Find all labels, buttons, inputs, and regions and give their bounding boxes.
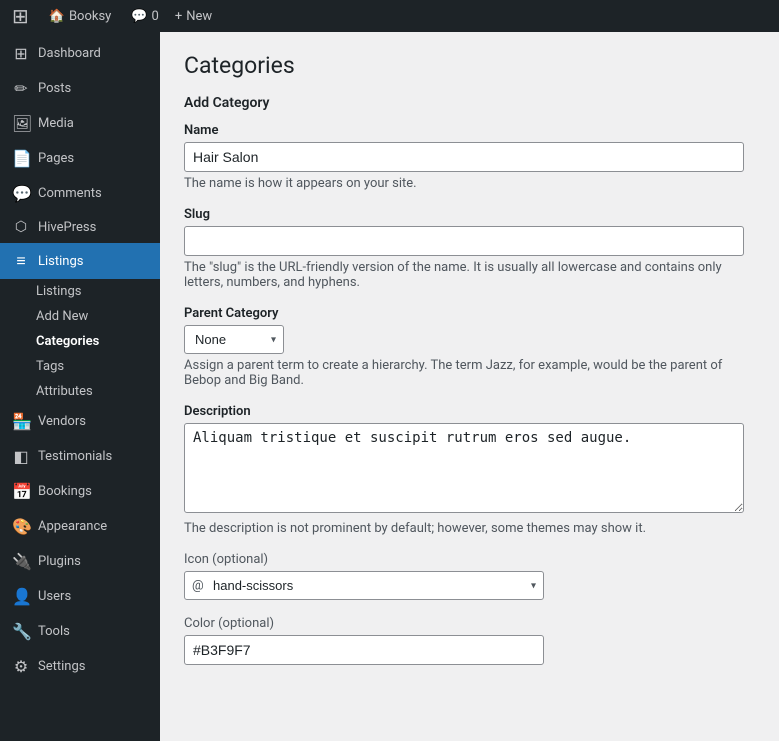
- content-area: Categories Add Category Name The name is…: [160, 32, 779, 741]
- sidebar-item-posts[interactable]: ✏ Posts: [0, 71, 160, 106]
- sidebar-subitem-listings-list[interactable]: Listings: [0, 279, 160, 304]
- slug-input[interactable]: [184, 226, 744, 256]
- description-label: Description: [184, 404, 755, 419]
- name-label: Name: [184, 123, 755, 138]
- parent-select[interactable]: None: [184, 325, 284, 354]
- listings-icon: ≡: [12, 251, 30, 271]
- media-icon: 🖼: [12, 114, 30, 133]
- slug-field-wrapper: Slug The "slug" is the URL-friendly vers…: [184, 207, 755, 290]
- icon-field-wrapper: Icon (optional) @ hand-scissors scissors…: [184, 552, 755, 600]
- page-title: Categories: [184, 52, 755, 79]
- color-label: Color (optional): [184, 616, 755, 631]
- parent-select-wrapper: None ▾: [184, 325, 284, 354]
- color-field-wrapper: Color (optional): [184, 616, 755, 665]
- sidebar-item-listings[interactable]: ≡ Listings: [0, 243, 160, 279]
- appearance-icon: 🎨: [12, 517, 30, 536]
- slug-label: Slug: [184, 207, 755, 222]
- sidebar-item-pages[interactable]: 📄 Pages: [0, 141, 160, 176]
- house-icon: 🏠: [49, 9, 65, 24]
- sidebar-subitem-categories[interactable]: Categories: [0, 329, 160, 354]
- dashboard-icon: ⊞: [12, 44, 30, 63]
- sidebar-item-plugins[interactable]: 🔌 Plugins: [0, 544, 160, 579]
- sidebar-item-tools[interactable]: 🔧 Tools: [0, 614, 160, 649]
- icon-select[interactable]: hand-scissors scissors cut: [184, 571, 544, 600]
- pages-icon: 📄: [12, 149, 30, 168]
- top-bar: ⊞ 🏠 Booksy 💬 0 + New: [0, 0, 779, 32]
- main-layout: ⊞ Dashboard ✏ Posts 🖼 Media 📄 Pages 💬 Co…: [0, 32, 779, 741]
- parent-label: Parent Category: [184, 306, 755, 321]
- hivepress-icon: ⬡: [12, 219, 30, 235]
- name-hint: The name is how it appears on your site.: [184, 176, 744, 191]
- sidebar-subitem-add-new[interactable]: Add New: [0, 304, 160, 329]
- name-input[interactable]: [184, 142, 744, 172]
- site-name[interactable]: 🏠 Booksy: [45, 9, 116, 24]
- listings-submenu: Listings Add New Categories Tags Attribu…: [0, 279, 160, 404]
- plus-icon: +: [175, 9, 182, 24]
- add-category-title: Add Category: [184, 95, 755, 111]
- parent-category-wrapper: Parent Category None ▾ Assign a parent t…: [184, 306, 755, 388]
- bookings-icon: 📅: [12, 482, 30, 501]
- comments-icon: 💬: [131, 9, 147, 24]
- description-field-wrapper: Description Aliquam tristique et suscipi…: [184, 404, 755, 536]
- comments-link[interactable]: 💬 0: [127, 9, 163, 24]
- icon-select-wrapper: @ hand-scissors scissors cut ▾: [184, 571, 544, 600]
- sidebar-item-dashboard[interactable]: ⊞ Dashboard: [0, 36, 160, 71]
- description-hint: The description is not prominent by defa…: [184, 521, 744, 536]
- settings-icon: ⚙: [12, 657, 30, 676]
- vendors-icon: 🏪: [12, 412, 30, 431]
- testimonials-icon: ◧: [12, 447, 30, 466]
- name-field-wrapper: Name The name is how it appears on your …: [184, 123, 755, 191]
- sidebar-item-media[interactable]: 🖼 Media: [0, 106, 160, 141]
- sidebar-item-testimonials[interactable]: ◧ Testimonials: [0, 439, 160, 474]
- listings-arrow: [152, 245, 160, 277]
- plugins-icon: 🔌: [12, 552, 30, 571]
- new-button[interactable]: + New: [175, 9, 212, 24]
- slug-hint: The "slug" is the URL-friendly version o…: [184, 260, 744, 290]
- sidebar-item-hivepress[interactable]: ⬡ HivePress: [0, 211, 160, 243]
- sidebar-item-vendors[interactable]: 🏪 Vendors: [0, 404, 160, 439]
- sidebar-item-comments[interactable]: 💬 Comments: [0, 176, 160, 211]
- description-textarea[interactable]: Aliquam tristique et suscipit rutrum ero…: [184, 423, 744, 513]
- comments-nav-icon: 💬: [12, 184, 30, 203]
- sidebar-subitem-tags[interactable]: Tags: [0, 354, 160, 379]
- sidebar-item-users[interactable]: 👤 Users: [0, 579, 160, 614]
- wp-logo-icon[interactable]: ⊞: [8, 4, 33, 28]
- sidebar-item-appearance[interactable]: 🎨 Appearance: [0, 509, 160, 544]
- tools-icon: 🔧: [12, 622, 30, 641]
- add-category-form: Add Category Name The name is how it app…: [184, 95, 755, 665]
- sidebar-item-settings[interactable]: ⚙ Settings: [0, 649, 160, 684]
- color-input[interactable]: [184, 635, 544, 665]
- sidebar: ⊞ Dashboard ✏ Posts 🖼 Media 📄 Pages 💬 Co…: [0, 32, 160, 741]
- sidebar-subitem-attributes[interactable]: Attributes: [0, 379, 160, 404]
- posts-icon: ✏: [12, 79, 30, 98]
- icon-label: Icon (optional): [184, 552, 755, 567]
- color-input-wrapper: [184, 635, 544, 665]
- users-icon: 👤: [12, 587, 30, 606]
- sidebar-item-bookings[interactable]: 📅 Bookings: [0, 474, 160, 509]
- parent-hint: Assign a parent term to create a hierarc…: [184, 358, 744, 388]
